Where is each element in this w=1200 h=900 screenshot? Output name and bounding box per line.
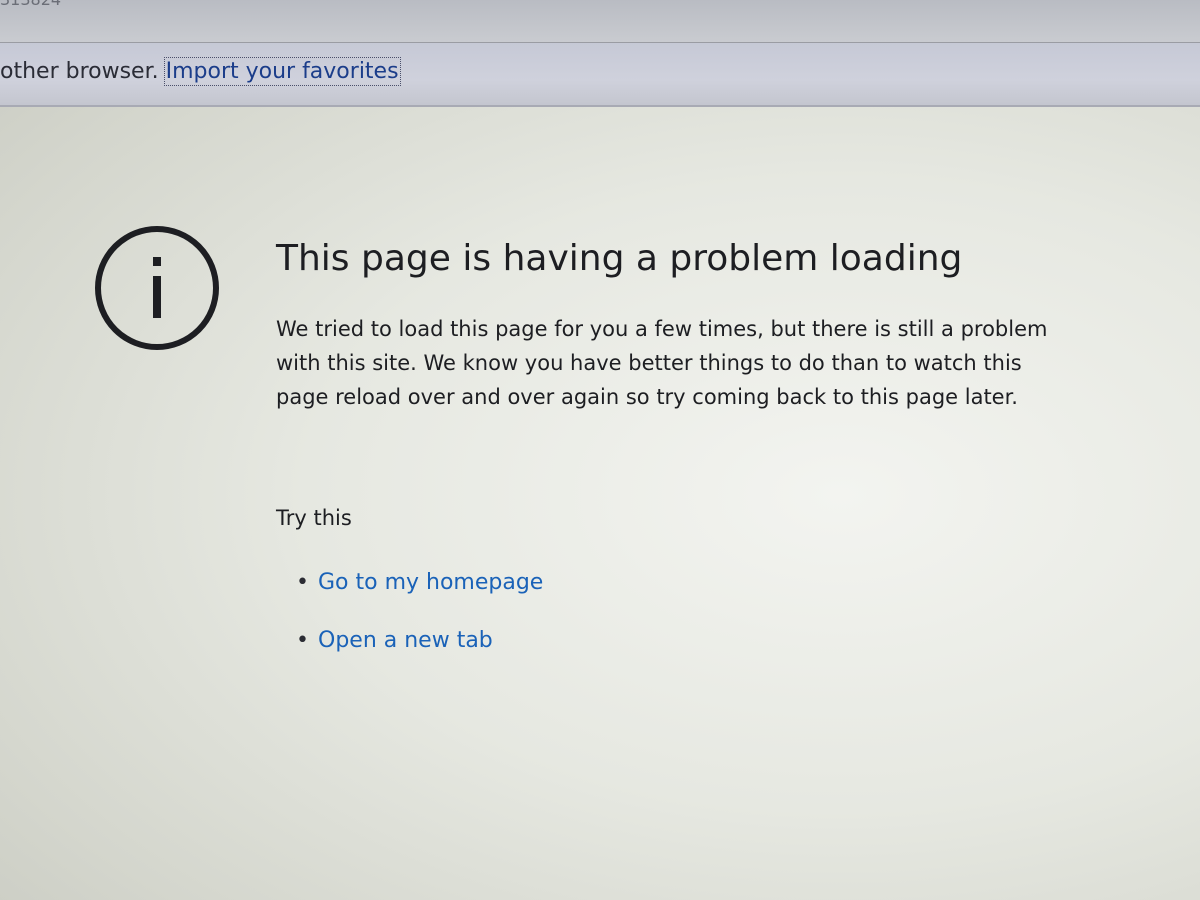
go-to-homepage-link[interactable]: Go to my homepage	[318, 570, 543, 595]
top-strip: 313824	[0, 0, 1200, 43]
open-new-tab-link[interactable]: Open a new tab	[318, 628, 493, 653]
infobar-text: other browser.	[0, 59, 166, 84]
suggestion-new-tab: • Open a new tab	[276, 628, 543, 686]
infobar-message: other browser. Import your favorites	[0, 57, 401, 86]
try-this-label: Try this	[276, 506, 352, 530]
error-title: This page is having a problem loading	[276, 238, 963, 279]
error-description: We tried to load this page for you a few…	[276, 317, 1048, 409]
import-favorites-infobar: other browser. Import your favorites	[0, 43, 1200, 107]
info-circle-icon	[95, 226, 219, 350]
bullet-icon: •	[296, 628, 309, 653]
bullet-icon: •	[296, 570, 309, 595]
suggestion-homepage: • Go to my homepage	[276, 570, 543, 628]
clipped-top-text: 313824	[0, 0, 61, 9]
suggestions-list: • Go to my homepage • Open a new tab	[276, 570, 543, 686]
import-favorites-link[interactable]: Import your favorites	[163, 57, 401, 86]
